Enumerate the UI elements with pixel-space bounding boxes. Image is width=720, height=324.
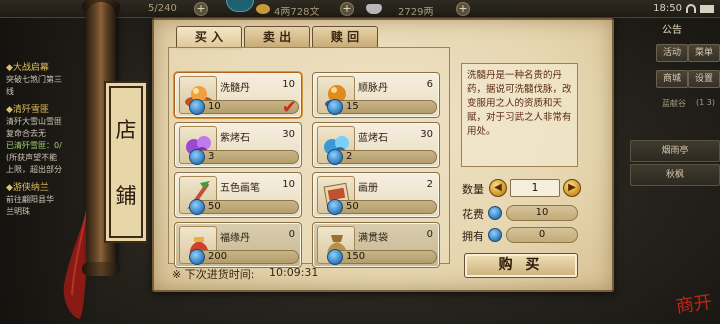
item-name: 画册: [358, 183, 378, 194]
item-name: 紫烤石: [220, 133, 250, 144]
quest-line: 突破七煞门第三: [6, 75, 62, 84]
quantity-input[interactable]: 1: [510, 179, 560, 197]
shop-item-xisuidan[interactable]: 洗髓丹 10 10 ✔: [174, 72, 302, 118]
quest-line: 已清歼雪匪：0/: [6, 141, 62, 150]
right-menu: 公告 活动 菜单 商城 设置 蓝献谷 (1 3) 烟雨亭 秋枫: [616, 18, 720, 324]
quest-line: 复命合去无: [6, 129, 46, 138]
item-name: 五色画笔: [220, 183, 260, 194]
item-price: 150: [346, 251, 366, 262]
menu-button[interactable]: 菜单: [688, 44, 720, 62]
tab-sell[interactable]: 卖 出: [244, 26, 310, 48]
currency-coin-icon: [327, 99, 343, 115]
item-stock: 10: [282, 179, 295, 190]
quest-title[interactable]: ◆清歼雪匪: [6, 102, 49, 115]
location-coords: (1 3): [696, 98, 715, 107]
cost-value: 10: [506, 205, 578, 221]
shop-item-lankaoshi[interactable]: 蓝烤石 30 2: [312, 122, 440, 168]
currency-coin-icon: [327, 149, 343, 165]
shop-sign-char: 店: [115, 118, 137, 142]
item-stock: 6: [426, 79, 433, 90]
currency-coin-icon: [327, 199, 343, 215]
item-name: 洗髓丹: [220, 83, 250, 94]
quest-line: 清歼大雪山雪匪: [6, 117, 62, 126]
item-stock: 30: [282, 129, 295, 140]
silver-ingot-icon: [366, 4, 382, 14]
currency-coin-icon: [327, 249, 343, 265]
item-stock: 10: [282, 79, 295, 90]
item-price: 15: [346, 101, 359, 112]
item-name: 满贯袋: [358, 233, 388, 244]
settings-button[interactable]: 设置: [688, 70, 720, 88]
item-stock: 30: [420, 129, 433, 140]
currency-coin-icon: [488, 206, 502, 220]
tab-buy[interactable]: 买 入: [176, 26, 242, 48]
currency-coin-icon: [189, 99, 205, 115]
scroll-rod-bottom-cap: [82, 262, 120, 276]
quest-line: 上限，超出部分: [6, 165, 62, 174]
item-stock: 2: [426, 179, 433, 190]
shop-item-fuyuandan[interactable]: 福缘丹 0 200: [174, 222, 302, 268]
add-stat-button[interactable]: +: [194, 2, 208, 16]
battery-icon: [700, 5, 714, 13]
currency-coin-icon: [189, 199, 205, 215]
item-price: 2: [346, 151, 353, 162]
shop-item-huace[interactable]: 画册 2 50: [312, 172, 440, 218]
coin-icon: [256, 4, 270, 14]
shop-sign: 店 鋪: [109, 86, 143, 238]
clock: 18:50: [653, 3, 682, 14]
currency-coin-icon: [189, 149, 205, 165]
quest-line: 前往翩阳县华: [6, 195, 54, 204]
shop-sign-char: 鋪: [115, 184, 137, 208]
item-price: 200: [208, 251, 228, 262]
buy-button[interactable]: 购 买: [464, 253, 578, 278]
quest-line: (所获声望不能: [6, 153, 58, 162]
item-name: 顺脉丹: [358, 83, 388, 94]
stat-counter: 5/240: [148, 3, 177, 14]
increase-quantity-button[interactable]: ▶: [563, 179, 581, 197]
wifi-icon: [686, 4, 696, 13]
add-coins-button[interactable]: +: [340, 2, 354, 16]
shop-item-manguandai[interactable]: 满贯袋 0 150: [312, 222, 440, 268]
item-price: 10: [208, 101, 221, 112]
currency-coin-icon: [189, 249, 205, 265]
shop-item-zikaoshi[interactable]: 紫烤石 30 3: [174, 122, 302, 168]
location-button-qiufeng[interactable]: 秋枫: [630, 164, 720, 186]
mall-button[interactable]: 商城: [656, 70, 688, 88]
quest-title[interactable]: ◆游侠纳兰: [6, 180, 49, 193]
item-stock: 0: [288, 229, 295, 240]
activity-button[interactable]: 活动: [656, 44, 688, 62]
location-button-yanyu[interactable]: 烟雨亭: [630, 140, 720, 162]
owned-label: 拥有: [462, 230, 484, 243]
item-price: 50: [208, 201, 221, 212]
item-price: 3: [208, 151, 215, 162]
shop-item-wuse-huabi[interactable]: 五色画笔 10 50: [174, 172, 302, 218]
tab-buyback[interactable]: 赎 回: [312, 26, 378, 48]
coin-amount: 4两728文: [274, 7, 320, 18]
shop-item-shunmaidan[interactable]: 顺脉丹 6 15: [312, 72, 440, 118]
selected-check-icon: ✔: [281, 97, 297, 118]
owned-value: 0: [506, 227, 578, 243]
quest-title[interactable]: ◆大战启幕: [6, 60, 49, 73]
notice-button[interactable]: 公告: [662, 21, 682, 36]
decrease-quantity-button[interactable]: ◀: [489, 179, 507, 197]
location-label: 蓝献谷: [662, 99, 686, 108]
quantity-label: 数量: [462, 183, 484, 196]
quest-line: 线: [6, 87, 14, 96]
currency-coin-icon: [488, 228, 502, 242]
item-name: 福缘丹: [220, 233, 250, 244]
center-gem-icon: [226, 0, 254, 12]
item-description: 洗髓丹是一种名贵的丹药，据说可洗髓伐脉，改变服用之人的资质和天赋，对于习武之人非…: [467, 70, 572, 137]
add-silver-button[interactable]: +: [456, 2, 470, 16]
restock-label: ※ 下次进货时间:: [172, 268, 255, 281]
cost-label: 花费: [462, 208, 484, 221]
item-name: 蓝烤石: [358, 133, 388, 144]
restock-timer: 10:09:31: [269, 266, 319, 279]
studio-seal-logo: 商开: [674, 291, 714, 318]
item-stock: 0: [426, 229, 433, 240]
silver-amount: 2729两: [398, 7, 434, 18]
item-price: 50: [346, 201, 359, 212]
